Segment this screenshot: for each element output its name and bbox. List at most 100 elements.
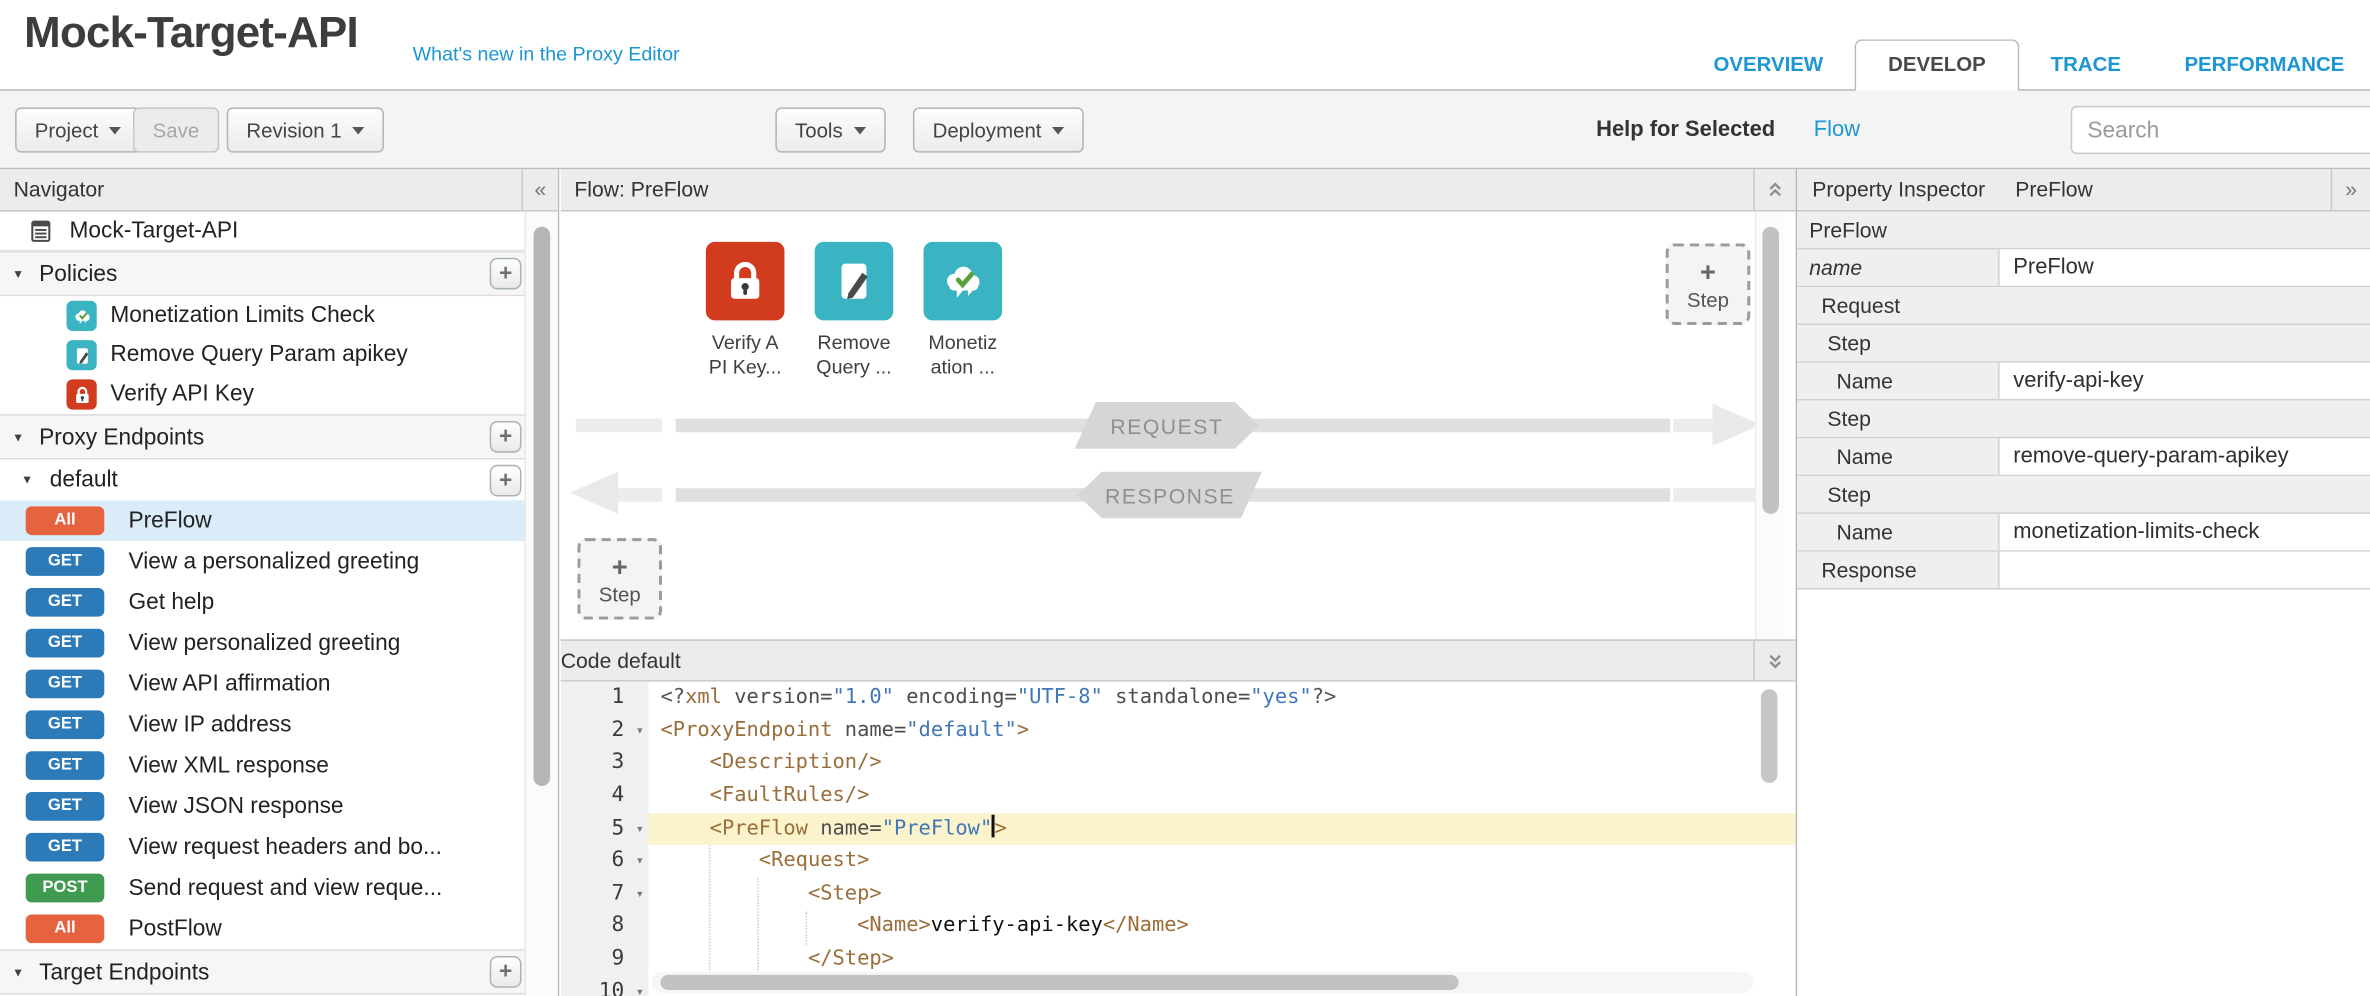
code-line[interactable]: 7▾ <Step> [561, 878, 1796, 911]
nav-flow-item[interactable]: GETGet help [0, 582, 526, 623]
inspector-property-value[interactable] [2000, 552, 2370, 588]
nav-section-policies[interactable]: ▼ Policies + [0, 251, 526, 296]
code-title: Code [561, 648, 612, 672]
gutter-cell[interactable]: 7▾ [561, 878, 649, 911]
caret-down-icon [109, 126, 121, 134]
navigator-scrollbar-track [524, 212, 557, 996]
project-button[interactable]: Project [15, 107, 140, 152]
code-text[interactable]: <Description/> [648, 747, 1795, 780]
nav-section-proxy-endpoints[interactable]: ▼ Proxy Endpoints + [0, 414, 526, 459]
whats-new-link[interactable]: What's new in the Proxy Editor [413, 42, 680, 65]
help-flow-link[interactable]: Flow [1814, 91, 1860, 171]
add-policy-button[interactable]: + [490, 258, 522, 290]
nav-policy-item[interactable]: Remove Query Param apikey [0, 336, 526, 375]
revision-button[interactable]: Revision 1 [227, 107, 384, 152]
nav-item-endpoint-default[interactable]: ▼ default + [0, 459, 526, 500]
fold-arrow-icon[interactable]: ▾ [636, 879, 644, 912]
inspector-section-label: Step [1797, 331, 1871, 355]
gutter-cell[interactable]: 2▾ [561, 714, 649, 747]
tab-overview[interactable]: OVERVIEW [1682, 39, 1855, 89]
code-line[interactable]: 9 </Step> [561, 943, 1796, 976]
code-line[interactable]: 10▾ [561, 976, 1796, 996]
inspector-property-value[interactable]: monetization-limits-check [2000, 514, 2370, 550]
tab-performance[interactable]: PERFORMANCE [2153, 39, 2370, 89]
gutter-cell[interactable]: 6▾ [561, 845, 649, 878]
nav-flow-item[interactable]: GETView a personalized greeting [0, 541, 526, 582]
code-text[interactable]: <FaultRules/> [648, 780, 1795, 813]
flow-step-lock[interactable]: Verify API Key... [706, 242, 785, 380]
tab-trace[interactable]: TRACE [2019, 39, 2153, 89]
expander-triangle-icon[interactable]: ▼ [12, 965, 24, 979]
code-text[interactable]: <?xml version="1.0" encoding="UTF-8" sta… [648, 682, 1795, 715]
inspector-property-label: Name [1797, 514, 2000, 550]
add-step-button-response[interactable]: + Step [577, 538, 662, 620]
code-line[interactable]: 4 <FaultRules/> [561, 780, 1796, 813]
nav-section-target-endpoints[interactable]: ▼ Target Endpoints + [0, 949, 526, 994]
flow-scrollbar-thumb[interactable] [1762, 227, 1779, 514]
inspector-property-value[interactable]: PreFlow [2000, 249, 2370, 285]
gutter-cell[interactable]: 4 [561, 780, 649, 813]
chevron-double-down-icon[interactable] [1753, 641, 1795, 680]
expand-right-icon[interactable]: » [2331, 169, 2370, 210]
save-button[interactable]: Save [133, 107, 219, 152]
code-text[interactable]: </Step> [648, 943, 1795, 976]
fold-arrow-icon[interactable]: ▾ [636, 716, 644, 749]
nav-flow-item[interactable]: GETView request headers and bo... [0, 827, 526, 868]
flow-item-label: PostFlow [128, 916, 221, 942]
inspector-property-value[interactable]: remove-query-param-apikey [2000, 438, 2370, 474]
inspector-property-value[interactable]: verify-api-key [2000, 363, 2370, 399]
add-proxy-endpoint-button[interactable]: + [490, 421, 522, 453]
nav-flow-item[interactable]: GETView personalized greeting [0, 623, 526, 664]
code-line[interactable]: 1<?xml version="1.0" encoding="UTF-8" st… [561, 682, 1796, 715]
nav-item-proxy-root[interactable]: Mock-Target-API [0, 212, 526, 251]
proxy-editor-screen: Mock-Target-API What's new in the Proxy … [0, 0, 2370, 996]
fold-arrow-icon[interactable]: ▾ [636, 847, 644, 880]
code-line[interactable]: 3 <Description/> [561, 747, 1796, 780]
nav-policy-item[interactable]: Verify API Key [0, 375, 526, 414]
nav-flow-item[interactable]: AllPreFlow [0, 500, 526, 541]
expander-triangle-icon[interactable]: ▼ [12, 267, 24, 281]
code-text[interactable]: <Step> [648, 878, 1795, 911]
collapse-left-icon[interactable]: « [521, 169, 557, 210]
code-line[interactable]: 6▾ <Request> [561, 845, 1796, 878]
code-text[interactable]: <Request> [648, 845, 1795, 878]
line-number: 6 [611, 848, 624, 872]
code-editor[interactable]: 1<?xml version="1.0" encoding="UTF-8" st… [561, 682, 1796, 996]
chevron-double-up-icon[interactable] [1753, 169, 1795, 210]
nav-flow-item[interactable]: GETView IP address [0, 704, 526, 745]
code-line[interactable]: 8 <Name>verify-api-key</Name> [561, 911, 1796, 944]
search-input[interactable] [2071, 106, 2370, 154]
flow-step-monetization[interactable]: Monetization ... [924, 242, 1003, 380]
add-target-endpoint-button[interactable]: + [490, 956, 522, 988]
gutter-cell[interactable]: 3 [561, 747, 649, 780]
gutter-cell[interactable]: 8 [561, 911, 649, 944]
expander-triangle-icon[interactable]: ▼ [12, 430, 24, 444]
nav-flow-item[interactable]: GETView API affirmation [0, 664, 526, 705]
add-step-button-request[interactable]: + Step [1666, 243, 1751, 325]
code-line[interactable]: 5▾ <PreFlow name="PreFlow"> [561, 813, 1796, 846]
code-text[interactable]: <Name>verify-api-key</Name> [648, 911, 1795, 944]
gutter-cell[interactable]: 9 [561, 943, 649, 976]
flow-step-edit[interactable]: RemoveQuery ... [815, 242, 894, 380]
navigator-scrollbar-thumb[interactable] [534, 227, 551, 786]
nav-flow-item[interactable]: GETView XML response [0, 745, 526, 786]
gutter-cell[interactable]: 1 [561, 682, 649, 715]
add-flow-button[interactable]: + [490, 464, 522, 496]
nav-flow-item[interactable]: GETView JSON response [0, 786, 526, 827]
inspector-section-label: Request [1797, 293, 1900, 317]
fold-arrow-icon[interactable]: ▾ [636, 978, 644, 996]
tab-develop[interactable]: DEVELOP [1855, 39, 2019, 90]
nav-flow-item[interactable]: AllPostFlow [0, 908, 526, 949]
nav-flow-item[interactable]: POSTSend request and view reque... [0, 868, 526, 909]
fold-arrow-icon[interactable]: ▾ [636, 814, 644, 847]
code-text[interactable]: <ProxyEndpoint name="default"> [648, 714, 1795, 747]
gutter-cell[interactable]: 5▾ [561, 813, 649, 846]
code-line[interactable]: 2▾<ProxyEndpoint name="default"> [561, 714, 1796, 747]
code-text[interactable] [648, 976, 1795, 996]
nav-policy-item[interactable]: Monetization Limits Check [0, 296, 526, 335]
deployment-button[interactable]: Deployment [913, 107, 1084, 152]
expander-triangle-icon[interactable]: ▼ [21, 473, 33, 487]
code-text[interactable]: <PreFlow name="PreFlow"> [648, 813, 1795, 846]
gutter-cell[interactable]: 10▾ [561, 976, 649, 996]
tools-button[interactable]: Tools [775, 107, 885, 152]
